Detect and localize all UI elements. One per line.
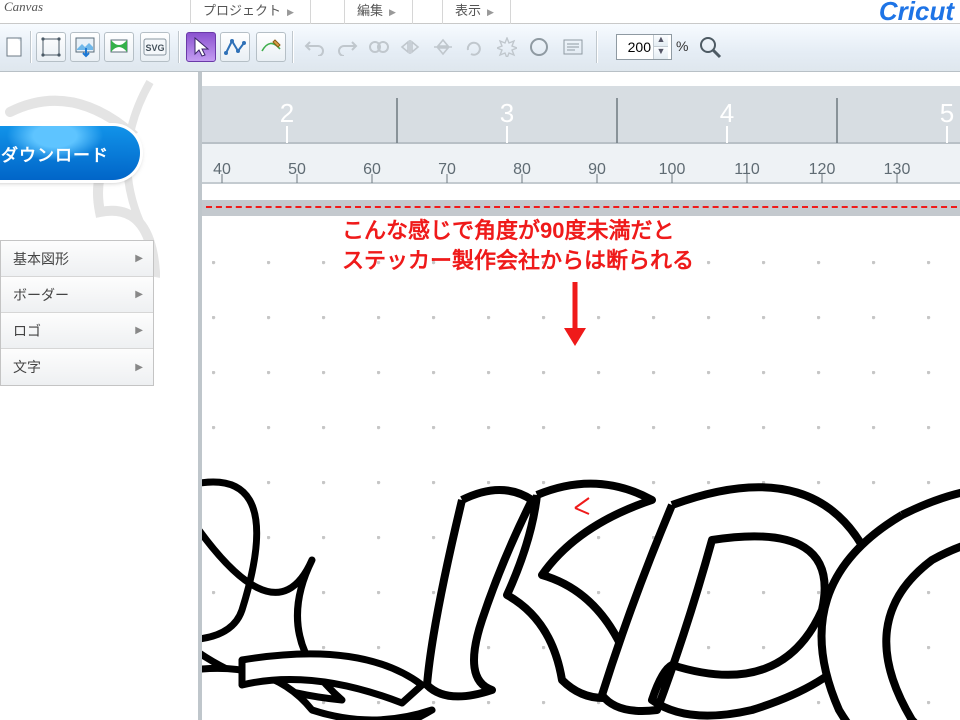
separator [292,31,294,63]
menu-edit-label: 編集 [357,3,383,18]
toolbar: SVG [0,24,960,72]
download-button[interactable]: ダウンロード [0,126,140,180]
polyline-icon [224,37,246,57]
chevron-right-icon: ▶ [135,325,143,336]
ruler-major-label: 4 [720,98,734,128]
pencil-icon [260,37,282,57]
ruler-major-label: 2 [280,98,294,128]
circle-button[interactable] [524,32,554,62]
color-flag-icon [108,36,130,58]
menu-edit[interactable]: 編集▶ [344,0,413,24]
new-page-icon [4,36,26,58]
svg-icon: SVG [143,38,167,56]
import-button[interactable] [70,32,100,62]
brand-logo: Cricut [879,0,954,27]
panel-item-border[interactable]: ボーダー ▶ [1,277,153,313]
zoom-spinner[interactable]: ▲ ▼ [653,35,668,59]
menu-bar: Canvas プロジェクト▶ 編集▶ 表示▶ Cricut [0,0,960,24]
text-block-icon [562,38,584,56]
canvas-title: Canvas [4,0,43,15]
chevron-right-icon: ▶ [135,362,143,373]
separator [596,31,598,63]
sidebar: ダウンロード 基本図形 ▶ ボーダー ▶ ロゴ ▶ 文字 ▶ [0,72,160,720]
category-panel: 基本図形 ▶ ボーダー ▶ ロゴ ▶ 文字 ▶ [0,240,154,386]
zoom-unit: % [676,38,688,54]
panel-item-basic-shapes[interactable]: 基本図形 ▶ [1,241,153,277]
panel-item-label: ロゴ [13,321,41,341]
burst-button[interactable] [492,32,522,62]
zoom-input[interactable] [617,39,653,55]
separator [178,31,180,63]
flip-horizontal-icon [400,38,422,56]
annotation-line2: ステッカー製作会社からは断られる [342,248,694,273]
menu-project[interactable]: プロジェクト▶ [190,0,311,24]
chevron-right-icon: ▶ [135,253,143,264]
panel-item-label: ボーダー [13,285,69,305]
loop-icon [464,38,486,56]
textblock-button[interactable] [558,32,588,62]
chevron-right-icon: ▶ [383,7,396,17]
canvas-workspace: 2 3 4 5 4050 6070 8090 100110 [198,72,960,720]
ruler-major-label: 5 [940,98,954,128]
colorfill-button[interactable] [104,32,134,62]
magnifier-icon [698,35,722,59]
polyline-button[interactable] [220,32,250,62]
zoom-field[interactable]: ▲ ▼ [616,34,672,60]
pointer-icon [191,36,211,58]
import-image-icon [74,36,96,58]
menu-project-label: プロジェクト [203,3,281,18]
menu-view[interactable]: 表示▶ [442,0,511,24]
guideline-dashed [206,206,957,208]
hflip-button[interactable] [396,32,426,62]
pointer-button[interactable] [186,32,216,62]
chevron-right-icon: ▶ [281,7,294,17]
link-shape-icon [368,38,390,56]
panel-item-logo[interactable]: ロゴ ▶ [1,313,153,349]
redo-button[interactable] [332,32,362,62]
panel-item-label: 文字 [13,357,41,377]
redo-icon [336,38,358,56]
chevron-right-icon: ▶ [481,7,494,17]
circle-icon [529,37,549,57]
pencil-button[interactable] [256,32,286,62]
vflip-button[interactable] [428,32,458,62]
undo-icon [304,38,326,56]
new-page-button[interactable] [0,32,30,62]
annotation-text: こんな感じで角度が90度未満だと ステッカー製作会社からは断られる [342,216,694,276]
panel-item-text[interactable]: 文字 ▶ [1,349,153,385]
spin-down-icon[interactable]: ▼ [654,47,668,59]
svg-button[interactable]: SVG [140,32,170,62]
bounds-button[interactable] [36,32,66,62]
page-area[interactable]: こんな感じで角度が90度未満だと ステッカー製作会社からは断られる [202,206,960,720]
artwork-layer[interactable]: garage garage [202,340,960,720]
linkshape-button[interactable] [364,32,394,62]
svg-text:SVG: SVG [145,43,164,53]
bounding-box-icon [41,37,61,57]
separator [30,31,32,63]
panel-item-label: 基本図形 [13,249,69,269]
download-label: ダウンロード [1,141,109,166]
flip-vertical-icon [432,38,454,56]
menu-view-label: 表示 [455,3,481,18]
loop-button[interactable] [460,32,490,62]
annotation-line1: こんな感じで角度が90度未満だと [342,218,674,243]
burst-icon [497,37,517,57]
ruler-horizontal: 2 3 4 5 4050 6070 8090 100110 [202,86,960,200]
chevron-right-icon: ▶ [135,289,143,300]
zoom-magnifier-button[interactable] [696,33,724,61]
undo-button[interactable] [300,32,330,62]
ruler-major-label: 3 [500,98,514,128]
